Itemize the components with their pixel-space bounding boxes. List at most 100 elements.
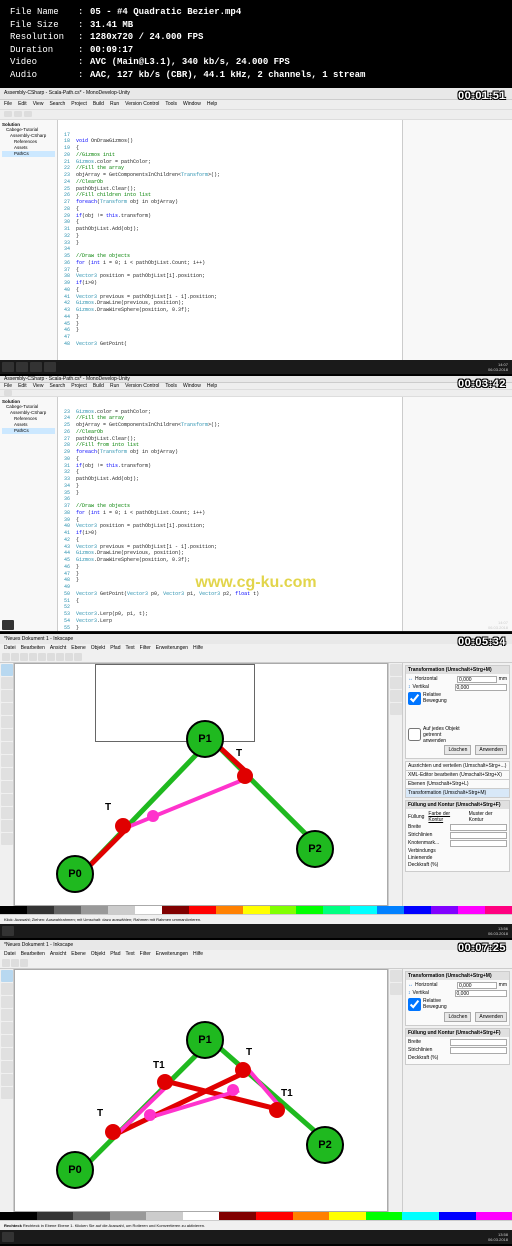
menu-hilfe[interactable]: Hilfe bbox=[193, 951, 203, 957]
btn-clear-4[interactable]: Löschen bbox=[444, 1012, 471, 1022]
tb-zoom-icon[interactable] bbox=[74, 653, 82, 661]
tree-pathcs[interactable]: PathCs bbox=[2, 428, 55, 434]
star-tool-icon[interactable] bbox=[1, 716, 13, 728]
rect-tool-icon[interactable] bbox=[1, 996, 13, 1008]
node-p1[interactable]: P1 bbox=[186, 720, 224, 758]
code-editor-1[interactable]: 1718192021222324252627282930313233343536… bbox=[58, 120, 402, 360]
calligraphy-tool-icon[interactable] bbox=[1, 768, 13, 780]
menu-datei[interactable]: Datei bbox=[4, 645, 16, 651]
node-p0[interactable]: P0 bbox=[56, 855, 94, 893]
snap-bbox-icon[interactable] bbox=[390, 703, 402, 715]
menu-versioncontrol[interactable]: Version Control bbox=[125, 383, 159, 389]
node-interp-a[interactable] bbox=[144, 1109, 156, 1121]
text-tool-icon[interactable] bbox=[1, 1061, 13, 1073]
menu-filter[interactable]: Filter bbox=[140, 951, 151, 957]
star-tool-icon[interactable] bbox=[1, 1022, 13, 1034]
menu-run[interactable]: Run bbox=[110, 101, 119, 107]
tb-undo-icon[interactable] bbox=[38, 653, 46, 661]
menu-erweiterungen[interactable]: Erweiterungen bbox=[156, 951, 188, 957]
toolbar-debug-icon[interactable] bbox=[4, 111, 12, 117]
menubar-2[interactable]: File Edit View Search Project Build Run … bbox=[0, 383, 512, 390]
menu-bearbeiten[interactable]: Bearbeiten bbox=[21, 951, 45, 957]
taskbar-1[interactable]: 14:0706.03.2018 bbox=[0, 360, 512, 374]
connector-tool-icon[interactable] bbox=[1, 833, 13, 845]
rect-tool-icon[interactable] bbox=[1, 690, 13, 702]
inp-v4[interactable]: 0,000 bbox=[455, 990, 508, 997]
command-bar[interactable] bbox=[388, 663, 402, 906]
dropper-tool-icon[interactable] bbox=[1, 1087, 13, 1099]
tb-save-icon[interactable] bbox=[20, 959, 28, 967]
windows-start-icon[interactable] bbox=[2, 926, 14, 936]
snap-node-icon[interactable] bbox=[390, 983, 402, 995]
section-layers[interactable]: Ebenen (Umschalt+Strg+L) bbox=[406, 780, 509, 789]
snap-icon[interactable] bbox=[390, 970, 402, 982]
inp-dashes[interactable] bbox=[450, 832, 507, 839]
node-p2[interactable]: P2 bbox=[306, 1126, 344, 1164]
menu-file[interactable]: File bbox=[4, 383, 12, 389]
tab-stroke-paint[interactable]: Farbe der Kontur bbox=[428, 811, 464, 823]
btn-clear[interactable]: Löschen bbox=[444, 745, 471, 755]
node-p2[interactable]: P2 bbox=[296, 830, 334, 868]
menu-ebene[interactable]: Ebene bbox=[71, 645, 85, 651]
right-panel-3[interactable]: Transformation (Umschalt+Strg+M) ↔Horizo… bbox=[402, 663, 512, 906]
menubar-1[interactable]: File Edit View Search Project Build Run … bbox=[0, 100, 512, 110]
tb-redo-icon[interactable] bbox=[47, 653, 55, 661]
command-bar-4[interactable] bbox=[388, 969, 402, 1212]
solution-explorer-2[interactable]: Solution Cabege-Tutorial Assembly-CSharp… bbox=[0, 397, 58, 632]
system-tray[interactable]: 13:5606.03.2018 bbox=[488, 926, 510, 936]
tb-new-icon[interactable] bbox=[2, 653, 10, 661]
menu-ebene[interactable]: Ebene bbox=[71, 951, 85, 957]
task-icon[interactable] bbox=[16, 362, 28, 372]
task-icon[interactable] bbox=[30, 362, 42, 372]
menu-edit[interactable]: Edit bbox=[18, 383, 27, 389]
menu-window[interactable]: Window bbox=[183, 383, 201, 389]
menu-project[interactable]: Project bbox=[71, 101, 87, 107]
chk-relative-4[interactable] bbox=[408, 998, 421, 1011]
code-editor-2[interactable]: 2324252627282930313233343536373839404142… bbox=[58, 397, 402, 632]
menubar-3[interactable]: Datei Bearbeiten Ansicht Ebene Objekt Pf… bbox=[0, 644, 512, 653]
menu-hilfe[interactable]: Hilfe bbox=[193, 645, 203, 651]
tb-new-icon[interactable] bbox=[2, 959, 10, 967]
selector-tool-icon[interactable] bbox=[1, 970, 13, 982]
tb-open-icon[interactable] bbox=[11, 959, 19, 967]
menu-pfad[interactable]: Pfad bbox=[110, 645, 120, 651]
bucket-tool-icon[interactable] bbox=[1, 820, 13, 832]
menu-file[interactable]: File bbox=[4, 101, 12, 107]
menu-build[interactable]: Build bbox=[93, 383, 104, 389]
menubar-4[interactable]: Datei Bearbeiten Ansicht Ebene Objekt Pf… bbox=[0, 950, 512, 959]
toolbar-2[interactable] bbox=[0, 390, 512, 397]
gradient-tool-icon[interactable] bbox=[1, 1074, 13, 1086]
pencil-tool-icon[interactable] bbox=[1, 1035, 13, 1047]
tb-copy-icon[interactable] bbox=[56, 653, 64, 661]
spiral-tool-icon[interactable] bbox=[1, 729, 13, 741]
tree-pathcs[interactable]: PathCs bbox=[2, 151, 55, 157]
menu-filter[interactable]: Filter bbox=[140, 645, 151, 651]
section-align[interactable]: Ausrichten und verteilen (Umschalt+Strg+… bbox=[406, 762, 509, 771]
menu-objekt[interactable]: Objekt bbox=[91, 645, 105, 651]
menu-search[interactable]: Search bbox=[49, 383, 65, 389]
tool-palette-4[interactable] bbox=[0, 969, 14, 1212]
node-t1-right[interactable] bbox=[235, 1062, 251, 1078]
windows-start-icon[interactable] bbox=[2, 1232, 14, 1242]
section-xml[interactable]: XML-Editor bearbeiten (Umschalt+Strg+X) bbox=[406, 771, 509, 780]
menu-text[interactable]: Text bbox=[126, 951, 135, 957]
menu-erweiterungen[interactable]: Erweiterungen bbox=[156, 645, 188, 651]
inp-horizontal[interactable]: 0,000 bbox=[457, 676, 497, 683]
tb-paste-icon[interactable] bbox=[65, 653, 73, 661]
snap-node-icon[interactable] bbox=[390, 677, 402, 689]
tb-save-icon[interactable] bbox=[20, 653, 28, 661]
menu-help[interactable]: Help bbox=[207, 101, 217, 107]
ellipse-tool-icon[interactable] bbox=[1, 1009, 13, 1021]
canvas-3[interactable]: P0 P1 P2 T T bbox=[14, 663, 388, 906]
tab-fill[interactable]: Füllung bbox=[408, 814, 424, 820]
ellipse-tool-icon[interactable] bbox=[1, 703, 13, 715]
snap-icon[interactable] bbox=[390, 664, 402, 676]
node-t-right[interactable] bbox=[237, 768, 253, 784]
menu-help[interactable]: Help bbox=[207, 383, 217, 389]
node-t-left[interactable] bbox=[115, 818, 131, 834]
toolbar-debug-icon[interactable] bbox=[4, 390, 12, 396]
node-t2[interactable] bbox=[269, 1102, 285, 1118]
inp-h4[interactable]: 0,000 bbox=[457, 982, 497, 989]
inp-width[interactable] bbox=[450, 824, 507, 831]
tool-palette[interactable] bbox=[0, 663, 14, 906]
